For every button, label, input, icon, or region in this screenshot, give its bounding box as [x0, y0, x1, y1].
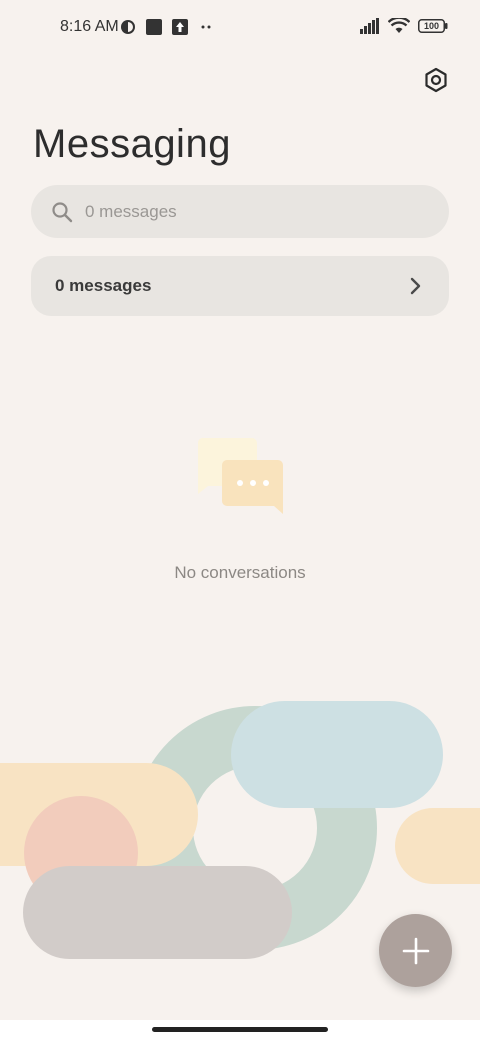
messages-summary-label: 0 messages [55, 276, 152, 295]
search-input[interactable] [83, 200, 387, 223]
new-conversation-button[interactable] [379, 914, 452, 987]
signal-icon [360, 18, 379, 34]
chevron-right-icon [410, 277, 421, 295]
wifi-icon [388, 18, 410, 33]
status-bar: 8:16 AM 100 [0, 0, 480, 56]
square-app-icon [146, 19, 162, 35]
status-icons-right: 100 [360, 18, 448, 34]
plus-icon [402, 937, 429, 964]
messages-summary-row[interactable]: 0 messages [31, 256, 449, 316]
settings-hexagon-icon [425, 67, 447, 93]
status-icons-left [120, 19, 214, 35]
settings-button[interactable] [420, 64, 452, 96]
upload-icon [172, 19, 188, 35]
vpn-key-icon [121, 20, 135, 34]
chat-bubbles-icon [197, 437, 283, 514]
search-icon [52, 201, 73, 222]
battery-icon: 100 [418, 19, 448, 33]
home-indicator[interactable] [152, 1027, 328, 1032]
more-dots-icon [201, 25, 211, 29]
empty-state-text: No conversations [174, 563, 306, 582]
battery-level: 100 [423, 21, 440, 31]
status-time: 8:16 AM [60, 18, 119, 35]
page-title: Messaging [33, 122, 231, 166]
search-bar[interactable] [31, 185, 449, 238]
